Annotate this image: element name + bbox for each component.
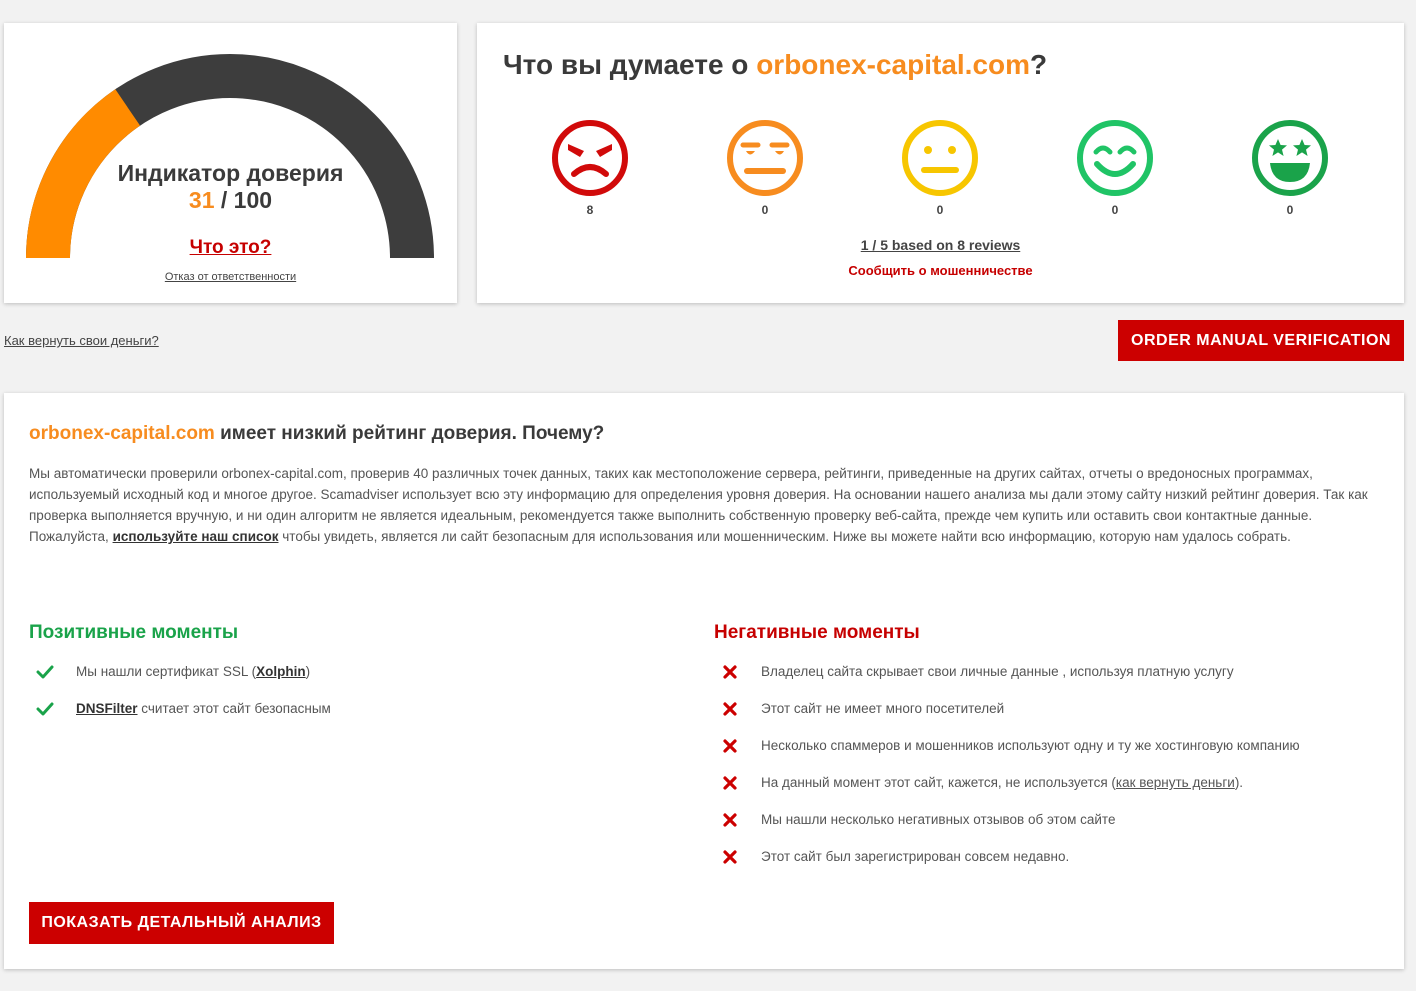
reviews-card: Что вы думаете о orbonex-capital.com? 8 …: [477, 23, 1404, 303]
analysis-title-rest: имеет низкий рейтинг доверия. Почему?: [214, 423, 605, 444]
cross-icon: [723, 850, 737, 864]
analysis-card: orbonex-capital.com имеет низкий рейтинг…: [4, 393, 1404, 969]
analysis-description: Мы автоматически проверили orbonex-capit…: [29, 463, 1379, 547]
trust-score-value: 31: [188, 187, 215, 213]
review-title-prefix: Что вы думаете о: [503, 49, 757, 80]
neutral-face-icon[interactable]: [900, 118, 980, 198]
what-is-this-link[interactable]: Что это?: [190, 237, 272, 258]
negative-point-text: Мы нашли несколько негативных отзывов об…: [761, 812, 1116, 827]
angry-face-icon[interactable]: [550, 118, 630, 198]
positive-points-title: Позитивные моменты: [29, 622, 239, 643]
neutral-count: 0: [936, 203, 944, 217]
order-manual-verification-button[interactable]: ORDER MANUAL VERIFICATION: [1118, 320, 1404, 361]
cross-icon: [723, 665, 737, 679]
trust-score: 31 / 100: [4, 187, 457, 214]
recover-money-link[interactable]: Как вернуть свои деньги?: [4, 333, 159, 348]
annoyed-count: 0: [761, 203, 769, 217]
trust-score-max: / 100: [220, 187, 273, 213]
what-is-this: Что это?: [4, 237, 457, 259]
negative-point-text-end: ).: [1234, 775, 1244, 790]
angry-count: 8: [586, 203, 594, 217]
review-title: Что вы думаете о orbonex-capital.com?: [503, 49, 1047, 81]
report-fraud-link[interactable]: Сообщить о мошенничестве: [477, 263, 1404, 278]
negative-point-text: Несколько спаммеров и мошенников использ…: [761, 738, 1300, 753]
positive-point-text-end: считает этот сайт безопасным: [137, 701, 331, 716]
cross-icon: [723, 776, 737, 790]
positive-point-text: Мы нашли сертификат SSL (: [76, 664, 257, 679]
smiling-face-icon[interactable]: [1075, 118, 1155, 198]
review-title-domain: orbonex-capital.com: [756, 49, 1031, 80]
cross-icon: [723, 813, 737, 827]
positive-point-text-end: ): [305, 664, 311, 679]
disclaimer: Отказ от ответственности: [4, 271, 457, 283]
negative-point-text: Этот сайт был зарегистрирован совсем нед…: [761, 849, 1070, 864]
trust-indicator-title: Индикатор доверия: [117, 160, 344, 186]
rating-summary-link[interactable]: 1 / 5 based on 8 reviews: [861, 237, 1021, 253]
dnsfilter-link[interactable]: DNSFilter: [76, 701, 138, 716]
cross-icon: [723, 739, 737, 753]
rating-summary: 1 / 5 based on 8 reviews: [477, 237, 1404, 253]
negative-point-text: Этот сайт не имеет много посетителей: [761, 701, 1005, 716]
analysis-title-domain: orbonex-capital.com: [29, 423, 215, 444]
annoyed-face-icon[interactable]: [725, 118, 805, 198]
negative-point-text: На данный момент этот сайт, кажется, не …: [761, 775, 1116, 790]
star-eyes-count: 0: [1286, 203, 1294, 217]
analysis-title: orbonex-capital.com имеет низкий рейтинг…: [29, 423, 604, 445]
check-icon: [36, 702, 54, 716]
check-icon: [36, 665, 54, 679]
show-detailed-analysis-button[interactable]: ПОКАЗАТЬ ДЕТАЛЬНЫЙ АНАЛИЗ: [29, 902, 334, 944]
disclaimer-link[interactable]: Отказ от ответственности: [165, 271, 296, 283]
star-eyes-face-icon[interactable]: [1250, 118, 1330, 198]
negative-points-title: Негативные моменты: [714, 622, 920, 643]
review-title-suffix: ?: [1030, 49, 1048, 80]
recover-money-inline-link[interactable]: как вернуть деньги: [1116, 775, 1235, 790]
negative-point-text: Владелец сайта скрывает свои личные данн…: [761, 664, 1234, 679]
xolphin-link[interactable]: Xolphin: [256, 664, 306, 679]
trust-score-card: Индикатор доверия 31 / 100 Что это? Отка…: [4, 23, 457, 303]
analysis-text-part2: чтобы увидеть, является ли сайт безопасн…: [278, 529, 1291, 544]
cross-icon: [723, 702, 737, 716]
smiling-count: 0: [1111, 203, 1119, 217]
use-our-list-link[interactable]: используйте наш список: [113, 529, 279, 544]
